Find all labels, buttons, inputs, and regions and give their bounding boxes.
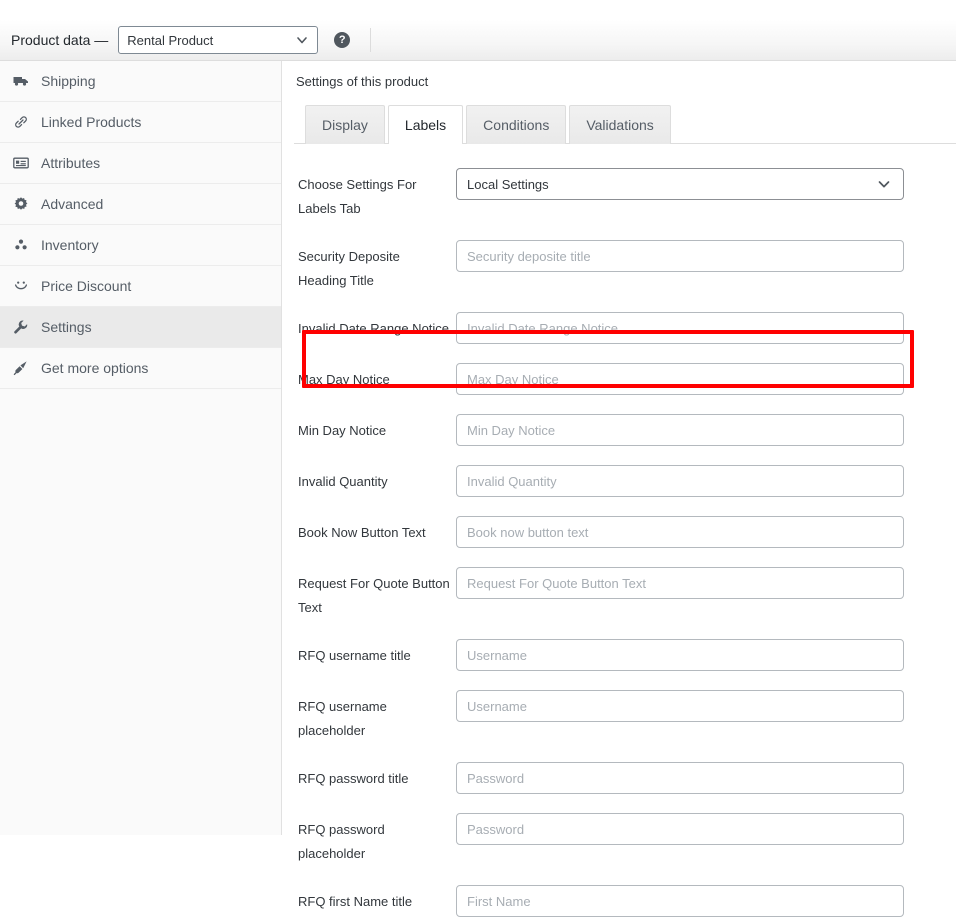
sidebar-item-linked-products[interactable]: Linked Products (0, 102, 281, 143)
sidebar-item-label: Price Discount (41, 278, 132, 294)
rfq-username-title-input[interactable] (456, 639, 904, 671)
settings-tabs: Display Labels Conditions Validations (294, 103, 956, 144)
field-label: Min Day Notice (298, 423, 387, 438)
field-row-min-day-notice: Min Day Notice (294, 414, 956, 446)
help-icon[interactable]: ? (334, 32, 351, 48)
rfq-username-placeholder-input[interactable] (456, 690, 904, 722)
sidebar-item-label: Shipping (41, 73, 96, 89)
max-day-notice-input[interactable] (456, 363, 904, 395)
field-label: Invalid Date Range Notice (298, 321, 450, 336)
book-now-button-text-input[interactable] (456, 516, 904, 548)
field-row-invalid-date-range-notice: Invalid Date Range Notice (294, 312, 956, 344)
tab-conditions[interactable]: Conditions (466, 105, 567, 144)
labels-settings-form: Choose Settings For Labels Tab Local Set… (294, 144, 956, 917)
sidebar-item-advanced[interactable]: Advanced (0, 184, 281, 225)
field-row-request-for-quote-button-text: Request For Quote Button Text (294, 567, 956, 620)
field-label: Security Deposite Heading Title (298, 249, 400, 288)
invalid-date-range-notice-input[interactable] (456, 312, 904, 344)
field-control (456, 414, 904, 446)
sidebar-item-label: Inventory (41, 237, 99, 253)
sidebar-item-label: Attributes (41, 155, 101, 171)
settings-sidebar: Shipping Linked Products Attributes Adva… (0, 61, 282, 835)
invalid-quantity-input[interactable] (456, 465, 904, 497)
product-type-select[interactable]: Rental Product (118, 26, 319, 54)
field-row-rfq-username-placeholder: RFQ username placeholder (294, 690, 956, 743)
sidebar-item-attributes[interactable]: Attributes (0, 143, 281, 184)
sidebar-item-label: Settings (41, 319, 92, 335)
min-day-notice-input[interactable] (456, 414, 904, 446)
field-label: Max Day Notice (298, 372, 390, 387)
field-control (456, 465, 904, 497)
content-heading: Settings of this product (296, 74, 429, 89)
sidebar-item-inventory[interactable]: Inventory (0, 225, 281, 266)
product-data-header: Product data — Rental Product ? (0, 20, 956, 61)
field-control (456, 639, 904, 671)
field-control (456, 312, 904, 344)
header-divider (370, 28, 372, 52)
wrench-icon (13, 319, 33, 335)
field-control (456, 690, 904, 722)
field-row-book-now-button-text: Book Now Button Text (294, 516, 956, 548)
smiley-icon (13, 278, 33, 294)
field-control (456, 240, 904, 272)
rfq-first-name-title-input[interactable] (456, 885, 904, 917)
field-row-rfq-password-title: RFQ password title (294, 762, 956, 794)
settings-content: Settings of this product Display Labels … (282, 61, 956, 917)
sidebar-item-label: Get more options (41, 360, 149, 376)
top-spacer (0, 0, 956, 20)
tab-validations[interactable]: Validations (569, 105, 671, 144)
choose-settings-for-labels-tab-select[interactable]: Local Settings (456, 168, 904, 200)
tab-labels[interactable]: Labels (387, 105, 464, 144)
choose-settings-select-wrap: Local Settings (456, 168, 904, 200)
link-icon (13, 114, 33, 130)
sidebar-item-label: Linked Products (41, 114, 142, 130)
product-data-title: Product data — (11, 32, 109, 48)
gear-icon (13, 196, 33, 212)
product-data-panel: Shipping Linked Products Attributes Adva… (0, 61, 956, 917)
rfq-password-placeholder-input[interactable] (456, 813, 904, 845)
field-label: RFQ username title (298, 648, 411, 663)
field-label: Book Now Button Text (298, 525, 426, 540)
field-row-rfq-username-title: RFQ username title (294, 639, 956, 671)
security-deposite-heading-title-input[interactable] (456, 240, 904, 272)
field-control: Local Settings (456, 168, 904, 200)
field-row-invalid-quantity: Invalid Quantity (294, 465, 956, 497)
sidebar-item-settings[interactable]: Settings (0, 307, 281, 348)
sidebar-item-price-discount[interactable]: Price Discount (0, 266, 281, 307)
field-control (456, 516, 904, 548)
field-control (456, 567, 904, 599)
field-label: RFQ first Name title (298, 894, 413, 909)
field-control (456, 762, 904, 794)
field-label: RFQ password title (298, 771, 409, 786)
field-control (456, 885, 904, 917)
field-row-rfq-password-placeholder: RFQ password placeholder (294, 813, 956, 866)
sidebar-item-label: Advanced (41, 196, 104, 212)
field-label: Choose Settings For Labels Tab (298, 177, 417, 216)
tab-display[interactable]: Display (305, 105, 385, 144)
field-label: RFQ username placeholder (298, 699, 387, 738)
field-label: RFQ password placeholder (298, 822, 385, 861)
field-control (456, 813, 904, 845)
request-for-quote-button-text-input[interactable] (456, 567, 904, 599)
plug-icon (13, 360, 33, 376)
rfq-password-title-input[interactable] (456, 762, 904, 794)
field-row-choose-settings-for-labels-tab: Choose Settings For Labels Tab Local Set… (294, 168, 956, 221)
truck-icon (13, 73, 33, 89)
sidebar-item-get-more-options[interactable]: Get more options (0, 348, 281, 389)
field-row-security-deposite-heading-title: Security Deposite Heading Title (294, 240, 956, 293)
field-row-rfq-first-name-title: RFQ first Name title (294, 885, 956, 917)
field-row-max-day-notice: Max Day Notice (294, 363, 956, 395)
inventory-dots-icon (13, 237, 33, 253)
product-type-select-wrap: Rental Product (118, 26, 319, 54)
list-box-icon (13, 155, 33, 171)
sidebar-item-shipping[interactable]: Shipping (0, 61, 281, 102)
field-label: Request For Quote Button Text (298, 576, 450, 615)
field-control (456, 363, 904, 395)
field-label: Invalid Quantity (298, 474, 388, 489)
